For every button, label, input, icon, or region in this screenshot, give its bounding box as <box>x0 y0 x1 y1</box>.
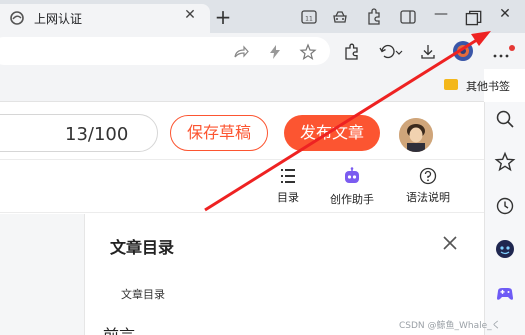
publish-article-button[interactable]: 发布文章 <box>284 115 380 151</box>
new-tab-icon[interactable]: + <box>212 5 234 29</box>
other-bookmarks-link[interactable]: 其他书签 <box>466 78 510 94</box>
copilot-icon[interactable] <box>494 238 516 260</box>
robot-icon <box>345 167 359 183</box>
bolt-icon[interactable] <box>266 43 284 61</box>
editor-content-area[interactable] <box>0 214 84 335</box>
favorites-icon[interactable] <box>494 151 516 173</box>
help-circle-icon <box>419 167 437 185</box>
title-char-counter: 13/100 <box>65 124 129 145</box>
back-dropdown-icon[interactable] <box>378 43 404 61</box>
minimize-icon[interactable]: — <box>430 6 452 26</box>
close-icon[interactable] <box>441 234 459 252</box>
svg-text:11: 11 <box>305 16 313 23</box>
watermark-text: CSDN @鲸鱼_Whale_く <box>399 321 501 331</box>
toc-panel: 文章目录 文章目录 <box>84 214 484 335</box>
sidebar-toggle-icon[interactable] <box>398 7 418 27</box>
toc-tool-button[interactable]: 目录 <box>270 167 306 205</box>
search-icon[interactable] <box>494 108 516 130</box>
game-controller-icon[interactable] <box>330 7 350 27</box>
folder-icon <box>444 79 458 90</box>
edge-favicon-icon <box>10 11 24 25</box>
syntax-help-button[interactable]: 语法说明 <box>398 167 458 205</box>
syntax-help-label: 语法说明 <box>406 191 450 204</box>
tab-close-icon[interactable]: ✕ <box>181 7 199 23</box>
content-heading: 前言 <box>103 322 135 335</box>
ai-assistant-button[interactable]: 创作助手 <box>322 167 382 207</box>
address-bar <box>0 33 525 69</box>
user-avatar[interactable] <box>399 118 433 152</box>
workspaces-icon[interactable]: 11 <box>299 7 319 27</box>
list-icon <box>281 169 295 183</box>
bookmarks-bar: 其他书签 <box>0 69 510 102</box>
restore-icon[interactable] <box>462 8 484 28</box>
share-icon[interactable] <box>232 43 250 61</box>
history-icon[interactable] <box>494 195 516 217</box>
toc-tool-label: 目录 <box>277 191 299 204</box>
tab-title: 上网认证 <box>34 12 83 26</box>
save-draft-button[interactable]: 保存草稿 <box>170 115 268 151</box>
close-window-icon[interactable]: ✕ <box>494 6 516 26</box>
ai-assistant-label: 创作助手 <box>330 193 374 206</box>
browser-sidebar <box>484 102 525 335</box>
games-icon[interactable] <box>494 283 516 305</box>
extensions-icon[interactable] <box>364 7 384 27</box>
more-menu-icon[interactable] <box>490 43 520 61</box>
article-title-input[interactable]: 13/100 <box>0 114 158 152</box>
toc-entry[interactable]: 文章目录 <box>121 286 165 302</box>
browser-titlebar: 上网认证 ✕ + 11 — ✕ <box>0 0 525 33</box>
favorite-star-icon[interactable] <box>299 43 317 61</box>
download-icon[interactable] <box>419 43 437 61</box>
extension-puzzle-icon[interactable] <box>343 43 361 61</box>
avatar-portrait-icon <box>399 118 433 152</box>
toc-panel-title: 文章目录 <box>110 238 175 257</box>
editor-toolbar: 目录 创作助手 语法说明 <box>0 161 484 213</box>
browser-tab[interactable]: 上网认证 ✕ <box>0 4 210 33</box>
profile-avatar-icon[interactable] <box>452 40 474 62</box>
